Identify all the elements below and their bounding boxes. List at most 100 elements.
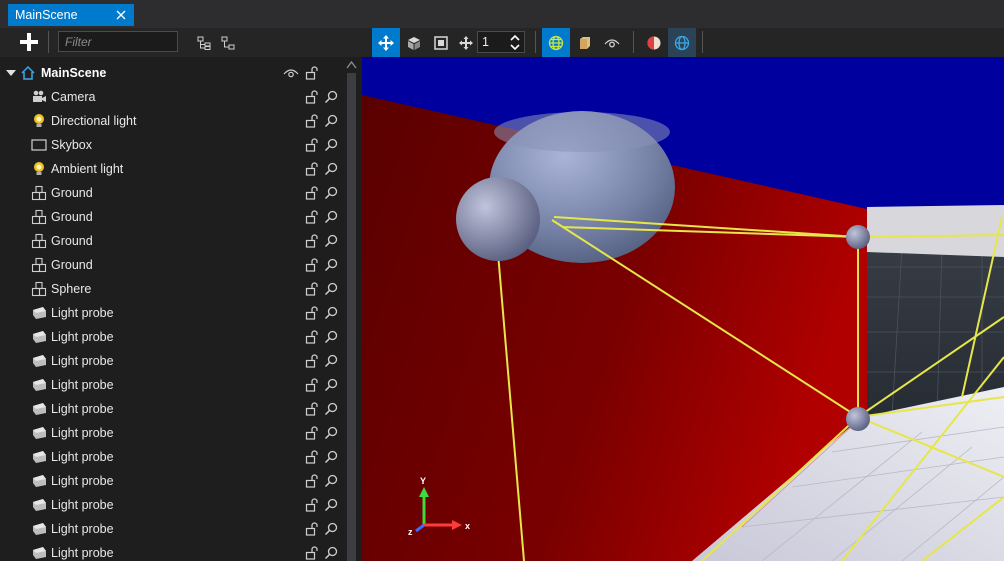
translate-tool-button[interactable] — [372, 28, 400, 57]
scene-render: Y x z — [362, 57, 1004, 561]
lock-icon[interactable] — [304, 233, 320, 249]
search-icon[interactable] — [323, 233, 339, 249]
lock-icon[interactable] — [304, 89, 320, 105]
tree-item[interactable]: Light probe — [0, 301, 343, 325]
scroll-up-icon[interactable] — [346, 61, 357, 69]
lock-icon[interactable] — [304, 449, 320, 465]
collapse-hierarchy-button[interactable] — [214, 28, 242, 57]
lock-icon[interactable] — [304, 401, 320, 417]
light-probe-icon — [31, 473, 47, 489]
move-arrows-icon — [378, 34, 394, 51]
search-icon[interactable] — [323, 401, 339, 417]
lock-icon[interactable] — [304, 281, 320, 297]
search-icon[interactable] — [323, 353, 339, 369]
lock-icon[interactable] — [304, 329, 320, 345]
lock-icon[interactable] — [304, 425, 320, 441]
tree-item-label: Directional light — [51, 114, 137, 128]
tree-item-label: Ground — [51, 234, 93, 248]
globe-icon — [548, 35, 564, 50]
lock-icon[interactable] — [304, 497, 320, 513]
stepper-up-icon[interactable] — [509, 33, 521, 42]
tree-item[interactable]: Light probe — [0, 373, 343, 397]
visibility-toggle-button[interactable] — [598, 28, 626, 57]
filter-input[interactable] — [58, 31, 178, 52]
lock-icon[interactable] — [304, 521, 320, 537]
entity-icon — [31, 233, 47, 249]
stepper-down-icon[interactable] — [509, 42, 521, 51]
tree-root-mainscene[interactable]: MainScene — [0, 61, 343, 85]
tab-mainscene[interactable]: MainScene — [8, 4, 134, 26]
tree-item[interactable]: Light probe — [0, 541, 343, 561]
search-icon[interactable] — [323, 281, 339, 297]
snap-value-stepper[interactable]: 1 — [477, 31, 525, 53]
lock-icon[interactable] — [304, 545, 320, 561]
search-icon[interactable] — [323, 329, 339, 345]
lock-icon[interactable] — [304, 113, 320, 129]
camera-icon — [31, 89, 47, 105]
tree-item-label: Sphere — [51, 282, 92, 296]
eye-icon[interactable] — [283, 65, 299, 81]
add-entity-button[interactable] — [18, 31, 40, 53]
tree-item[interactable]: Light probe — [0, 421, 343, 445]
search-icon[interactable] — [323, 209, 339, 225]
tree-item[interactable]: Ground — [0, 229, 343, 253]
rotate-tool-button[interactable] — [400, 28, 428, 57]
tree-item[interactable]: Light probe — [0, 325, 343, 349]
tree-item[interactable]: Camera — [0, 85, 343, 109]
tree-item[interactable]: Light probe — [0, 469, 343, 493]
tree-item[interactable]: Sphere — [0, 277, 343, 301]
tree-item[interactable]: Light probe — [0, 397, 343, 421]
world-space-button[interactable] — [542, 28, 570, 57]
lock-icon[interactable] — [304, 353, 320, 369]
search-icon[interactable] — [323, 257, 339, 273]
search-icon[interactable] — [323, 449, 339, 465]
tree-item[interactable]: Light probe — [0, 517, 343, 541]
lock-icon[interactable] — [304, 161, 320, 177]
lock-icon[interactable] — [304, 377, 320, 393]
search-icon[interactable] — [323, 89, 339, 105]
tree-item[interactable]: Ground — [0, 205, 343, 229]
tree-item[interactable]: Light probe — [0, 445, 343, 469]
search-icon[interactable] — [323, 305, 339, 321]
scale-tool-button[interactable] — [427, 28, 455, 57]
search-icon[interactable] — [323, 425, 339, 441]
search-icon[interactable] — [323, 545, 339, 561]
lock-icon[interactable] — [304, 65, 320, 81]
search-icon[interactable] — [323, 377, 339, 393]
tree-item-label: Light probe — [51, 546, 114, 560]
tree-item-label: Light probe — [51, 330, 114, 344]
light-probe-icon — [31, 329, 47, 345]
lock-icon[interactable] — [304, 305, 320, 321]
snap-tool-button[interactable] — [452, 28, 480, 57]
lighting-mode-button[interactable] — [640, 28, 668, 57]
environment-button[interactable] — [668, 28, 696, 57]
entity-icon — [31, 185, 47, 201]
search-icon[interactable] — [323, 113, 339, 129]
hierarchy-scrollbar[interactable] — [343, 57, 362, 561]
search-icon[interactable] — [323, 521, 339, 537]
tree-item[interactable]: Ground — [0, 181, 343, 205]
tree-item[interactable]: Directional light — [0, 109, 343, 133]
rotate-cube-icon — [408, 36, 420, 50]
scrollbar-thumb[interactable] — [347, 73, 356, 561]
tree-item[interactable]: Light probe — [0, 493, 343, 517]
light-probe-icon — [31, 353, 47, 369]
lock-icon[interactable] — [304, 185, 320, 201]
search-icon[interactable] — [323, 185, 339, 201]
search-icon[interactable] — [323, 473, 339, 489]
search-icon[interactable] — [323, 161, 339, 177]
close-icon[interactable] — [115, 4, 127, 26]
lock-icon[interactable] — [304, 137, 320, 153]
tree-item[interactable]: Light probe — [0, 349, 343, 373]
expand-arrow-icon[interactable] — [5, 67, 17, 79]
search-icon[interactable] — [323, 497, 339, 513]
tree-item[interactable]: Skybox — [0, 133, 343, 157]
local-space-button[interactable] — [570, 28, 598, 57]
lock-icon[interactable] — [304, 257, 320, 273]
tree-item[interactable]: Ambient light — [0, 157, 343, 181]
lock-icon[interactable] — [304, 209, 320, 225]
lock-icon[interactable] — [304, 473, 320, 489]
search-icon[interactable] — [323, 137, 339, 153]
scene-viewport[interactable]: Y x z — [362, 57, 1004, 561]
tree-item[interactable]: Ground — [0, 253, 343, 277]
